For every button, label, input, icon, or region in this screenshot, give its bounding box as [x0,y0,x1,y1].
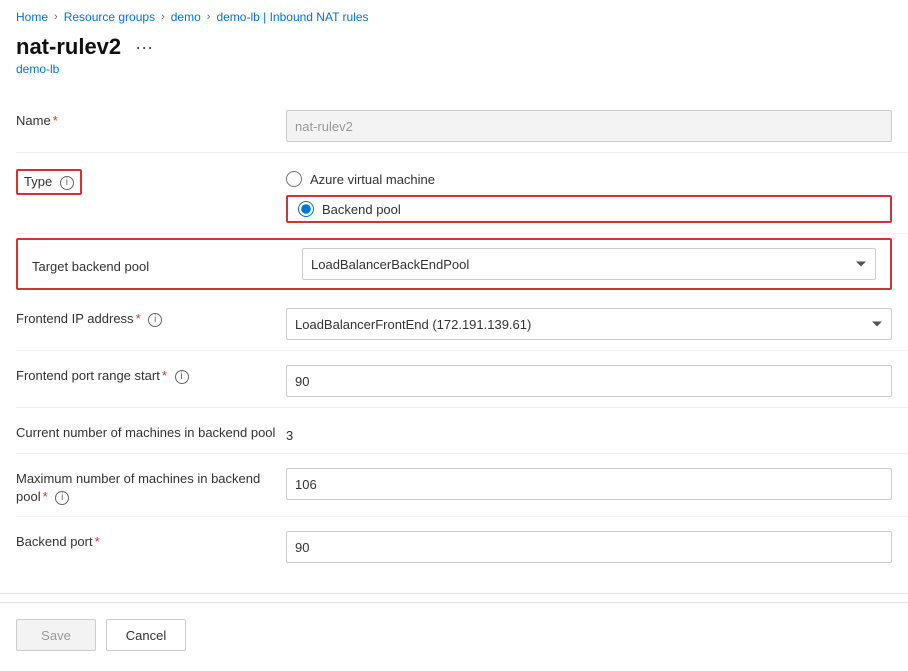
form-container: Name* Type i Azure virtual machine [0,88,908,589]
current-machines-label: Current number of machines in backend po… [16,418,286,442]
current-machines-value: 3 [286,422,892,443]
target-backend-pool-row-highlight: Target backend pool LoadBalancerBackEndP… [16,238,892,290]
max-machines-input[interactable] [286,468,892,500]
name-required: * [53,113,58,128]
type-radio-group: Azure virtual machine Backend pool [286,167,892,223]
max-machines-row: Maximum number of machines in backend po… [16,454,908,517]
footer-divider [0,593,908,594]
frontend-ip-label: Frontend IP address* i [16,304,286,328]
type-info-icon[interactable]: i [60,176,74,190]
cancel-button[interactable]: Cancel [106,619,186,651]
target-backend-pool-select[interactable]: LoadBalancerBackEndPool [302,248,876,280]
target-backend-pool-label: Target backend pool [32,252,302,276]
page-header: nat-rulev2 ··· demo-lb [0,30,908,88]
frontend-ip-row: Frontend IP address* i LoadBalancerFront… [16,294,908,351]
frontend-port-required: * [162,368,167,383]
type-option-vm[interactable]: Azure virtual machine [286,171,892,187]
type-backend-pool-label: Backend pool [322,202,401,217]
backend-port-required: * [95,534,100,549]
type-option-backend-pool-wrapper: Backend pool [286,195,892,223]
frontend-ip-select-wrapper: LoadBalancerFrontEnd (172.191.139.61) [286,308,892,340]
target-backend-pool-select-wrapper: LoadBalancerBackEndPool [302,248,876,280]
target-backend-pool-control: LoadBalancerBackEndPool [302,248,876,280]
current-machines-row: Current number of machines in backend po… [16,408,908,454]
type-radio-vm[interactable] [286,171,302,187]
type-radio-backend-pool[interactable] [298,201,314,217]
backend-port-label: Backend port* [16,527,286,551]
frontend-ip-select[interactable]: LoadBalancerFrontEnd (172.191.139.61) [286,308,892,340]
max-machines-required: * [43,489,48,504]
breadcrumb-demo[interactable]: demo [171,10,201,24]
type-label: Type [24,174,52,189]
breadcrumb-demo-lb[interactable]: demo-lb | Inbound NAT rules [216,10,368,24]
page-title: nat-rulev2 [16,34,121,60]
type-option-backend-pool[interactable]: Backend pool [298,201,401,217]
breadcrumb-sep-1: › [54,11,58,23]
backend-port-input[interactable] [286,531,892,563]
type-vm-label: Azure virtual machine [310,172,435,187]
breadcrumb: Home › Resource groups › demo › demo-lb … [0,0,908,30]
type-label-container: Type i [16,163,286,195]
frontend-port-label: Frontend port range start* i [16,361,286,385]
frontend-ip-info-icon[interactable]: i [148,313,162,327]
backend-port-control [286,527,892,563]
target-backend-pool-row: Target backend pool LoadBalancerBackEndP… [18,240,890,288]
name-input[interactable] [286,110,892,142]
footer-buttons: Save Cancel [0,602,908,667]
type-row: Type i Azure virtual machine Backend poo… [16,153,908,234]
backend-port-row: Backend port* [16,517,908,573]
max-machines-control [286,464,892,500]
ellipsis-button[interactable]: ··· [131,37,157,58]
name-control-area [286,106,892,142]
frontend-port-input[interactable] [286,365,892,397]
current-machines-control: 3 [286,418,892,443]
save-button[interactable]: Save [16,619,96,651]
max-machines-label: Maximum number of machines in backend po… [16,464,286,506]
frontend-ip-required: * [136,311,141,326]
frontend-ip-control: LoadBalancerFrontEnd (172.191.139.61) [286,304,892,340]
breadcrumb-home[interactable]: Home [16,10,48,24]
name-row: Name* [16,96,908,153]
breadcrumb-sep-3: › [207,11,211,23]
page-subtitle: demo-lb [16,62,892,76]
max-machines-info-icon[interactable]: i [55,491,69,505]
frontend-port-control [286,361,892,397]
frontend-port-info-icon[interactable]: i [175,370,189,384]
name-label: Name* [16,106,286,130]
breadcrumb-sep-2: › [161,11,165,23]
type-control-area: Azure virtual machine Backend pool [286,163,892,223]
breadcrumb-resource-groups[interactable]: Resource groups [64,10,155,24]
frontend-port-row: Frontend port range start* i [16,351,908,408]
